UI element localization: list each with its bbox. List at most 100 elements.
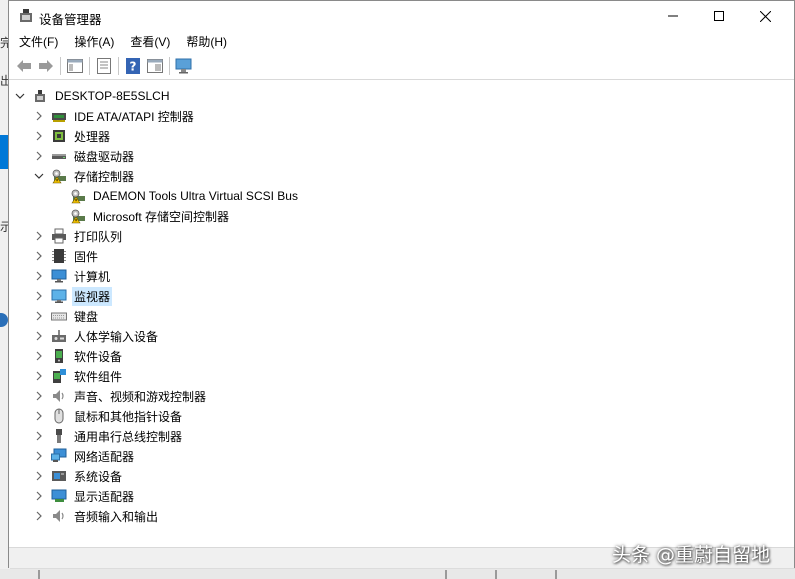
- tree-category[interactable]: 监视器: [32, 286, 113, 306]
- tree-item-label: 显示适配器: [74, 489, 135, 504]
- background-badge: [0, 313, 8, 327]
- tree-category[interactable]: IDE ATA/ATAPI 控制器: [32, 106, 196, 126]
- action-view-icon: [147, 59, 163, 73]
- tree-item-label: 系统设备: [74, 469, 123, 484]
- menu-view[interactable]: 查看(V): [122, 31, 178, 53]
- tree-category[interactable]: 软件设备: [32, 346, 124, 366]
- chevron-right-icon[interactable]: [32, 466, 46, 486]
- chevron-right-icon[interactable]: [32, 446, 46, 466]
- properties-button[interactable]: [93, 55, 115, 77]
- tree-item-label: 鼠标和其他指针设备: [74, 409, 183, 424]
- tree-category[interactable]: 网络适配器: [32, 446, 136, 466]
- tree-item-label: 网络适配器: [74, 449, 135, 464]
- menu-action[interactable]: 操作(A): [66, 31, 122, 53]
- chevron-right-icon[interactable]: [32, 406, 46, 426]
- chevron-right-icon[interactable]: [32, 346, 46, 366]
- network-adapter-icon: [51, 448, 67, 464]
- tree-category[interactable]: 存储控制器: [32, 166, 136, 186]
- tree-root-label: DESKTOP-8E5SLCH: [55, 89, 170, 103]
- tree-category[interactable]: 软件组件: [32, 366, 124, 386]
- tree-category[interactable]: 人体学输入设备: [32, 326, 160, 346]
- tree-item-label: 软件设备: [74, 349, 123, 364]
- tree-item-label: 计算机: [74, 269, 111, 284]
- chevron-right-icon[interactable]: [32, 286, 46, 306]
- chevron-right-icon[interactable]: [32, 486, 46, 506]
- back-button[interactable]: [13, 55, 35, 77]
- tree-root[interactable]: DESKTOP-8E5SLCH: [13, 86, 172, 106]
- storage-controller-icon: [70, 188, 86, 204]
- monitor-icon: [51, 288, 67, 304]
- chevron-right-icon[interactable]: [32, 366, 46, 386]
- help-button[interactable]: ?: [122, 55, 144, 77]
- forward-button[interactable]: [35, 55, 57, 77]
- tree-item-label: 磁盘驱动器: [74, 149, 135, 164]
- scan-hardware-button[interactable]: [173, 55, 195, 77]
- tree-item-label: 音频输入和输出: [74, 509, 159, 524]
- tree-device-item[interactable]: Microsoft 存储空间控制器: [51, 206, 231, 226]
- menu-help[interactable]: 帮助(H): [178, 31, 235, 53]
- tree-item-label: 通用串行总线控制器: [74, 429, 183, 444]
- forward-arrow-icon: [39, 60, 53, 72]
- window-title: 设备管理器: [39, 13, 102, 27]
- chevron-down-icon[interactable]: [13, 86, 27, 106]
- chevron-right-icon[interactable]: [32, 386, 46, 406]
- computer-icon: [51, 268, 67, 284]
- device-manager-app-icon: [18, 8, 34, 24]
- speaker-icon: [51, 508, 67, 524]
- chevron-right-icon[interactable]: [32, 226, 46, 246]
- tree-category[interactable]: 处理器: [32, 126, 112, 146]
- tree-category[interactable]: 显示适配器: [32, 486, 136, 506]
- tree-item-label: 存储控制器: [74, 169, 135, 184]
- toolbar-separator: [60, 57, 61, 75]
- menu-file[interactable]: 文件(F): [11, 31, 66, 53]
- usb-icon: [51, 428, 67, 444]
- tree-item-label: 处理器: [74, 129, 111, 144]
- background-highlight: [0, 135, 8, 169]
- chevron-right-icon[interactable]: [32, 146, 46, 166]
- chevron-right-icon[interactable]: [32, 306, 46, 326]
- toolbar-separator: [169, 57, 170, 75]
- chevron-right-icon[interactable]: [32, 506, 46, 526]
- speaker-icon: [51, 388, 67, 404]
- maximize-button[interactable]: [696, 1, 742, 31]
- close-icon: [759, 10, 771, 22]
- minimize-icon: [668, 15, 678, 17]
- tree-device-item[interactable]: DAEMON Tools Ultra Virtual SCSI Bus: [51, 186, 300, 206]
- tree-category[interactable]: 通用串行总线控制器: [32, 426, 184, 446]
- toolbar: ?: [9, 53, 794, 80]
- device-tree[interactable]: DESKTOP-8E5SLCH IDE ATA/ATAPI 控制器处理器磁盘驱动…: [9, 81, 794, 547]
- chevron-right-icon[interactable]: [32, 426, 46, 446]
- tree-category[interactable]: 磁盘驱动器: [32, 146, 136, 166]
- console-tree-button[interactable]: [64, 55, 86, 77]
- tree-category[interactable]: 固件: [32, 246, 100, 266]
- menu-bar: 文件(F) 操作(A) 查看(V) 帮助(H): [9, 31, 794, 53]
- chevron-right-icon[interactable]: [32, 266, 46, 286]
- tree-category[interactable]: 计算机: [32, 266, 112, 286]
- title-bar[interactable]: 设备管理器: [9, 1, 794, 31]
- chevron-down-icon[interactable]: [32, 166, 46, 186]
- minimize-button[interactable]: [650, 1, 696, 31]
- svg-text:?: ?: [130, 60, 137, 74]
- chevron-right-icon[interactable]: [32, 246, 46, 266]
- tree-category[interactable]: 音频输入和输出: [32, 506, 160, 526]
- close-button[interactable]: [742, 1, 788, 31]
- tree-category[interactable]: 声音、视频和游戏控制器: [32, 386, 208, 406]
- hid-icon: [51, 328, 67, 344]
- chevron-right-icon[interactable]: [32, 106, 46, 126]
- tree-category[interactable]: 打印队列: [32, 226, 124, 246]
- tree-category[interactable]: 键盘: [32, 306, 100, 326]
- action-view-button[interactable]: [144, 55, 166, 77]
- device-manager-window: 设备管理器 文件(F) 操作(A) 查看(V) 帮助(H) ? DESKTOP-…: [8, 0, 795, 568]
- tree-item-label: 软件组件: [74, 369, 123, 384]
- tree-item-label: DAEMON Tools Ultra Virtual SCSI Bus: [93, 189, 298, 203]
- back-arrow-icon: [17, 60, 31, 72]
- software-component-icon: [51, 368, 67, 384]
- chevron-right-icon[interactable]: [32, 126, 46, 146]
- tree-category[interactable]: 鼠标和其他指针设备: [32, 406, 184, 426]
- system-device-icon: [51, 468, 67, 484]
- tree-category[interactable]: 系统设备: [32, 466, 124, 486]
- display-adapter-icon: [51, 488, 67, 504]
- chevron-right-icon[interactable]: [32, 326, 46, 346]
- disk-drive-icon: [51, 148, 67, 164]
